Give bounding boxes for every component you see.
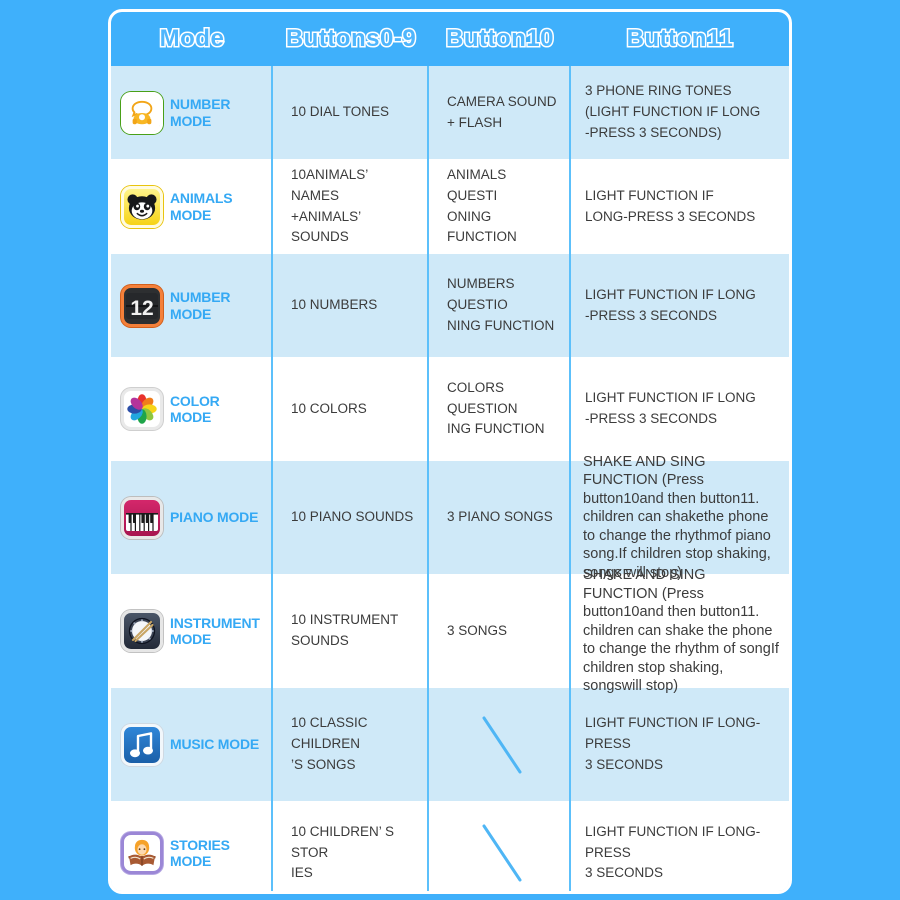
cell-button11: LIGHT FUNCTION IF LONG-PRESS 3 SECONDS: [571, 254, 789, 357]
cell-button10: [429, 801, 571, 891]
mode-label: ANIMALS MODE: [170, 190, 233, 223]
cell-mode: STORIES MODE: [111, 801, 273, 891]
table-row: STORIES MODE 10 CHILDREN’ S STOR IES LIGHT…: [111, 801, 789, 891]
table-row: COLOR MODE 10 COLORS COLORS QUESTION ING FU…: [111, 357, 789, 461]
cell-button10: 3 PIANO SONGS: [429, 461, 571, 574]
cell-button10-text: CAMERA SOUND + FLASH: [447, 93, 557, 130]
table-row: MUSIC MODE 10 CLASSIC CHILDREN ’S SONGS LI…: [111, 688, 789, 801]
cell-mode: MUSIC MODE: [111, 688, 273, 801]
cell-button11: SHAKE AND SING FUNCTION (Press button10a…: [571, 454, 789, 581]
column-header-button10: Button10: [445, 24, 556, 54]
cell-button11-text: LIGHT FUNCTION IF LONG-PRESS 3 SECONDS: [585, 390, 756, 426]
table-row: ANIMALS MODE 10ANIMALS’ NAMES +ANIMALS’ SO…: [111, 159, 789, 254]
cell-buttons09-text: 10 NUMBERS: [291, 297, 378, 313]
table-row: NUMBER MODE 10 DIAL TONES CAMERA SOUND + FL…: [111, 66, 789, 159]
table-header-row: Mode Buttons0-9 Button10 Button11: [111, 12, 789, 66]
cell-button11-text: LIGHT FUNCTION IF LONG-PRESS 3 SECONDS: [585, 823, 761, 881]
mode-label: STORIES MODE: [170, 836, 230, 869]
phone-icon: [121, 91, 163, 134]
cell-button10: [429, 688, 571, 801]
empty-slash-icon: [447, 807, 557, 891]
cell-mode: ANIMALS MODE: [111, 159, 273, 254]
piano-icon: [121, 496, 163, 539]
cell-button11-text: SHAKE AND SING FUNCTION (Press button10a…: [583, 453, 771, 581]
cell-button11: 3 PHONE RING TONES (LIGHT FUNCTION IF LON…: [571, 66, 789, 159]
cell-button11: LIGHT FUNCTION IF LONG-PRESS 3 SECONDS: [571, 688, 789, 801]
cell-mode: INSTRUMENT MODE: [111, 574, 273, 688]
cell-buttons09-text: 10 INSTRUMENT SOUNDS: [291, 612, 399, 648]
cell-buttons09-text: 10 PIANO SOUNDS: [291, 509, 414, 525]
cell-buttons09-text: 10 DIAL TONES: [291, 104, 390, 120]
cell-buttons09-text: 10 CLASSIC CHILDREN ’S SONGS: [291, 715, 368, 772]
cell-mode: 12 NUMBER MODE: [111, 254, 273, 357]
cell-button11-text: SHAKE AND SING FUNCTION (Press button10a…: [583, 567, 779, 695]
cell-button11-text: LIGHT FUNCTION IF LONG-PRESS 3 SECONDS: [585, 286, 756, 323]
cell-buttons09: 10 NUMBERS: [273, 254, 429, 357]
cell-button11: LIGHT FUNCTION IF LONG-PRESS 3 SECONDS: [571, 801, 789, 891]
mode-label: NUMBER MODE: [170, 96, 231, 129]
feature-table: Mode Buttons0-9 Button10 Button11 NUMBER…: [108, 9, 792, 894]
cell-button11-text: LIGHT FUNCTION IF LONG-PRESS 3 SECONDS: [585, 715, 761, 772]
color-wheel-icon: [121, 388, 163, 430]
panda-icon: [121, 185, 163, 228]
mode-label: COLOR MODE: [170, 392, 220, 425]
table-body: NUMBER MODE 10 DIAL TONES CAMERA SOUND + FL…: [111, 66, 789, 891]
cell-buttons09-text: 10 COLORS: [291, 400, 367, 416]
cell-buttons09: 10ANIMALS’ NAMES +ANIMALS’ SOUNDS: [273, 159, 429, 254]
cell-buttons09-text: 10ANIMALS’ NAMES +ANIMALS’ SOUNDS: [291, 166, 368, 245]
cell-button10: ANIMALS QUESTI ONING FUNCTION: [429, 159, 571, 254]
cell-button11: LIGHT FUNCTION IF LONG-PRESS 3 SECONDS: [571, 159, 789, 254]
cell-buttons09: 10 CLASSIC CHILDREN ’S SONGS: [273, 688, 429, 801]
cell-buttons09: 10 CHILDREN’ S STOR IES: [273, 801, 429, 891]
table-row: INSTRUMENT MODE 10 INSTRUMENT SOUNDS 3 SONG…: [111, 567, 789, 694]
mode-label: NUMBER MODE: [170, 289, 231, 322]
flip-clock-12-icon: 12: [121, 284, 163, 327]
story-book-icon: [121, 832, 163, 874]
table-row: PIANO MODE 10 PIANO SOUNDS 3 PIANO SONGS SH…: [111, 454, 789, 581]
cell-button11: SHAKE AND SING FUNCTION (Press button10a…: [571, 567, 789, 694]
cell-button10-text: NUMBERS QUESTIO NING FUNCTION: [447, 276, 555, 333]
mode-label: MUSIC MODE: [170, 736, 260, 753]
cell-button10: CAMERA SOUND + FLASH: [429, 66, 571, 159]
cell-button11-text: 3 PHONE RING TONES (LIGHT FUNCTION IF LON…: [585, 83, 761, 140]
cell-button10-text: ANIMALS QUESTI ONING FUNCTION: [447, 166, 517, 245]
cell-button11: LIGHT FUNCTION IF LONG-PRESS 3 SECONDS: [571, 357, 789, 461]
page-root: Mode Buttons0-9 Button10 Button11 NUMBER…: [0, 0, 900, 900]
cell-button10: COLORS QUESTION ING FUNCTION: [429, 357, 571, 461]
cell-mode: COLOR MODE: [111, 357, 273, 461]
cell-button10: 3 SONGS: [429, 574, 571, 688]
table-row: 12 NUMBER MODE 10 NUMBERS NUMBERS QUESTIO N…: [111, 254, 789, 357]
cell-buttons09: 10 INSTRUMENT SOUNDS: [273, 574, 429, 688]
cell-button11-text: LIGHT FUNCTION IF LONG-PRESS 3 SECONDS: [585, 187, 756, 224]
cell-buttons09-text: 10 CHILDREN’ S STOR IES: [291, 823, 395, 881]
cell-buttons09: 10 DIAL TONES: [273, 66, 429, 159]
cell-buttons09: 10 COLORS: [273, 357, 429, 461]
drum-icon: [121, 610, 163, 652]
cell-button10-text: COLORS QUESTION ING FUNCTION: [447, 379, 545, 437]
empty-slash-icon: [447, 694, 557, 795]
cell-button10-text: 3 PIANO SONGS: [447, 509, 553, 525]
cell-buttons09: 10 PIANO SOUNDS: [273, 461, 429, 574]
cell-mode: PIANO MODE: [111, 461, 273, 574]
cell-button10: NUMBERS QUESTIO NING FUNCTION: [429, 254, 571, 357]
cell-button10-text: 3 SONGS: [447, 622, 508, 638]
mode-label: PIANO MODE: [170, 509, 259, 526]
column-header-button11: Button11: [625, 24, 734, 54]
cell-mode: NUMBER MODE: [111, 66, 273, 159]
column-header-buttons09: Buttons0-9: [284, 24, 417, 54]
column-header-mode: Mode: [158, 24, 225, 54]
music-note-icon: [121, 723, 163, 766]
mode-label: INSTRUMENT MODE: [170, 614, 260, 647]
svg-text:12: 12: [130, 297, 153, 320]
